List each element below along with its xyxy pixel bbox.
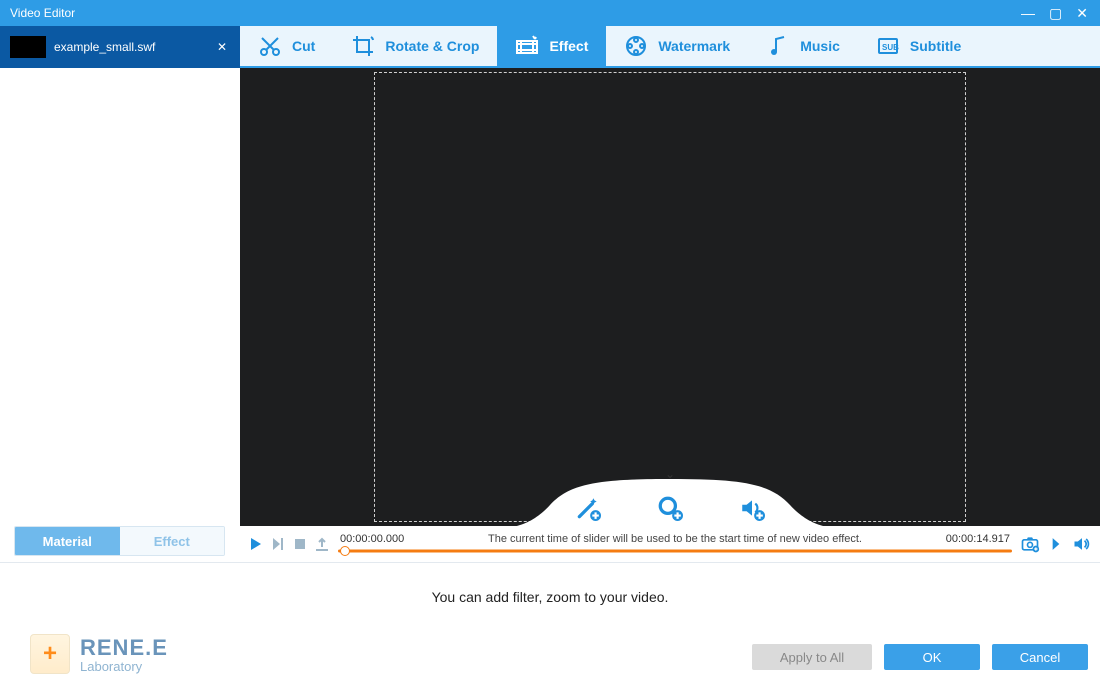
crop-icon xyxy=(351,34,375,58)
snapshot-icon[interactable] xyxy=(1020,534,1040,554)
body-row: Material Effect ⌄ xyxy=(0,68,1100,562)
title-bar: Video Editor — ▢ ✕ xyxy=(0,0,1100,26)
tab-subtitle-label: Subtitle xyxy=(910,38,961,54)
cancel-button[interactable]: Cancel xyxy=(992,644,1088,670)
zoom-plus-icon[interactable] xyxy=(657,495,683,521)
tab-effect[interactable]: Effect xyxy=(497,26,606,66)
segtab-material[interactable]: Material xyxy=(15,527,120,555)
time-start: 00:00:00.000 xyxy=(340,533,404,545)
maximize-button[interactable]: ▢ xyxy=(1049,5,1062,22)
music-note-icon xyxy=(766,34,790,58)
reel-icon xyxy=(624,34,648,58)
tab-cut-label: Cut xyxy=(292,38,315,54)
track: 00:00:00.000 The current time of slider … xyxy=(338,533,1012,555)
file-tab-close-icon[interactable]: ✕ xyxy=(213,40,231,54)
crop-frame xyxy=(374,72,966,522)
sidebar: Material Effect xyxy=(0,68,240,562)
speaker-icon[interactable] xyxy=(1072,534,1092,554)
file-thumbnail xyxy=(10,36,46,58)
timeline: 00:00:00.000 The current time of slider … xyxy=(240,526,1100,562)
timeline-right-controls xyxy=(1020,534,1092,554)
brand-line1: RENE.E xyxy=(80,635,168,661)
brand-logo: + RENE.E Laboratory xyxy=(30,634,168,674)
minimize-button[interactable]: — xyxy=(1021,5,1035,21)
subtitle-icon: SUB xyxy=(876,34,900,58)
export-up-icon[interactable] xyxy=(314,536,330,552)
brand-badge-icon: + xyxy=(30,634,70,674)
tab-music-label: Music xyxy=(800,38,840,54)
hump-toolbar: ⌄ xyxy=(510,465,830,527)
cancel-label: Cancel xyxy=(1020,650,1060,665)
window-title: Video Editor xyxy=(10,6,75,20)
chevron-right-icon[interactable] xyxy=(1046,534,1066,554)
slider[interactable] xyxy=(338,547,1012,555)
svg-text:SUB: SUB xyxy=(882,43,899,52)
tab-subtitle[interactable]: SUB Subtitle xyxy=(858,26,979,66)
tab-watermark[interactable]: Watermark xyxy=(606,26,748,66)
window-controls: — ▢ ✕ xyxy=(1021,0,1094,26)
step-forward-icon[interactable] xyxy=(270,536,286,552)
footer-buttons: Apply to All OK Cancel xyxy=(752,644,1088,670)
file-name: example_small.swf xyxy=(54,40,155,54)
ok-button[interactable]: OK xyxy=(884,644,980,670)
playback-controls xyxy=(248,536,330,552)
apply-to-all-button: Apply to All xyxy=(752,644,872,670)
time-end: 00:00:14.917 xyxy=(946,533,1010,545)
tab-watermark-label: Watermark xyxy=(658,38,730,54)
segtab-effect-label: Effect xyxy=(154,534,190,549)
top-tabs-row: example_small.swf ✕ Cut Rotate & Crop Ef… xyxy=(0,26,1100,68)
tab-rotate-crop[interactable]: Rotate & Crop xyxy=(333,26,497,66)
ok-label: OK xyxy=(923,650,942,665)
footer: You can add filter, zoom to your video. … xyxy=(0,562,1100,680)
brand-line2: Laboratory xyxy=(80,659,168,674)
play-icon[interactable] xyxy=(248,536,264,552)
timeline-hint: The current time of slider will be used … xyxy=(488,533,862,545)
file-tab-area: example_small.swf ✕ xyxy=(0,26,240,68)
tool-tabs: Cut Rotate & Crop Effect Watermark Music… xyxy=(240,26,1100,68)
wand-plus-icon[interactable] xyxy=(575,495,601,521)
close-button[interactable]: ✕ xyxy=(1076,5,1088,22)
scissors-icon xyxy=(258,34,282,58)
segtab-material-label: Material xyxy=(43,534,92,549)
tab-music[interactable]: Music xyxy=(748,26,858,66)
tab-cut[interactable]: Cut xyxy=(240,26,333,66)
preview-area: ⌄ 00:00:00.000 The current time of slide… xyxy=(240,68,1100,562)
tab-effect-label: Effect xyxy=(549,38,588,54)
preview-viewport[interactable]: ⌄ xyxy=(240,68,1100,526)
volume-plus-icon[interactable] xyxy=(739,495,765,521)
file-tab[interactable]: example_small.swf ✕ xyxy=(6,30,239,64)
segtab-effect[interactable]: Effect xyxy=(120,527,225,555)
tab-rotate-crop-label: Rotate & Crop xyxy=(385,38,479,54)
stop-icon[interactable] xyxy=(292,536,308,552)
segment-tabs: Material Effect xyxy=(14,526,225,556)
apply-to-all-label: Apply to All xyxy=(780,650,844,665)
filmstrip-icon xyxy=(515,34,539,58)
